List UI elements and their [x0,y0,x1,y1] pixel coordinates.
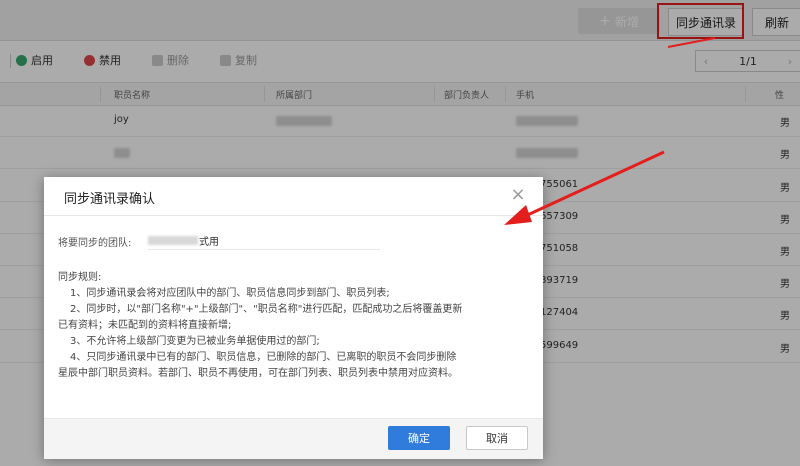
confirm-button[interactable]: 确定 [388,426,450,450]
dialog-title: 同步通讯录确认 [64,192,156,207]
dialog-header: 同步通讯录确认 × [44,177,543,216]
rule-line: 3、不允许将上级部门变更为已被业务单据使用过的部门; [70,336,320,347]
rule-line: 1、同步通讯录会将对应团队中的部门、职员信息同步到部门、职员列表; [70,288,390,299]
rule-line: 2、同步时，以"部门名称"+"上级部门"、"职员名称"进行匹配，匹配成功之后将覆… [70,304,463,315]
team-field-underline [148,249,380,250]
dialog-footer: 确定 取消 [44,418,543,459]
team-value: 式用 [199,237,219,248]
close-icon[interactable]: × [509,186,527,204]
rule-line: 4、只同步通讯录中已有的部门、职员信息，已删除的部门、已离职的职员不会同步删除 [70,352,457,363]
rule-line: 已有资料；未匹配到的资料将直接新增; [58,320,232,331]
rules-title: 同步规则: [58,272,102,283]
redacted-team-name [148,236,198,245]
rule-line: 星辰中部门职员资料。若部门、职员不再使用，可在部门列表、职员列表中禁用对应资料。 [58,368,458,379]
cancel-button[interactable]: 取消 [466,426,528,450]
sync-confirm-dialog: 同步通讯录确认 × 将要同步的团队: 式用 同步规则: 1、同步通讯录会将对应团… [44,177,543,459]
team-label: 将要同步的团队: [58,238,132,249]
